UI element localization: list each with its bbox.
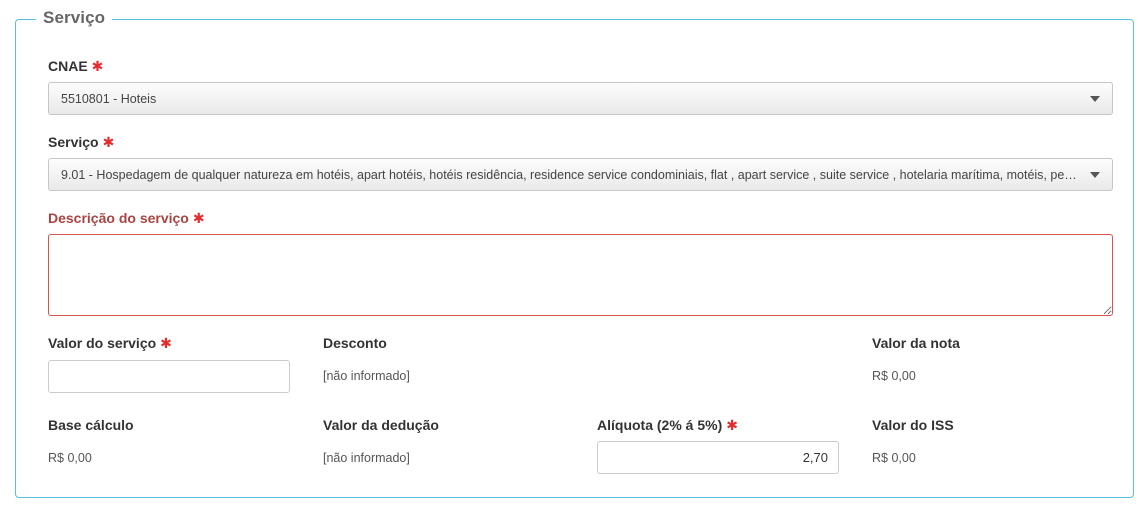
required-asterisk-icon: ✱ xyxy=(91,58,104,74)
desconto-value: [não informado] xyxy=(323,369,410,383)
servico-label-text: Serviço xyxy=(48,134,99,150)
desconto-label: Desconto xyxy=(323,335,387,351)
aliquota-input[interactable] xyxy=(597,441,839,474)
cnae-select[interactable]: 5510801 - Hoteis xyxy=(48,82,1113,115)
chevron-down-icon xyxy=(1090,172,1100,178)
descricao-textarea[interactable] xyxy=(48,234,1113,316)
base-calculo-value: R$ 0,00 xyxy=(48,451,92,465)
servico-select[interactable]: 9.01 - Hospedagem de qualquer natureza e… xyxy=(48,158,1113,191)
servico-selected-value: 9.01 - Hospedagem de qualquer natureza e… xyxy=(61,167,1078,182)
valor-iss-label: Valor do ISS xyxy=(872,417,954,433)
cnae-selected-value: 5510801 - Hoteis xyxy=(61,91,157,106)
required-asterisk-icon: ✱ xyxy=(726,417,738,433)
aliquota-label-text: Alíquota (2% á 5%) xyxy=(597,417,723,433)
valor-iss-value: R$ 0,00 xyxy=(872,451,916,465)
valor-deducao-label: Valor da dedução xyxy=(323,417,439,433)
valor-nota-value: R$ 0,00 xyxy=(872,369,916,383)
chevron-down-icon xyxy=(1090,96,1100,102)
required-asterisk-icon: ✱ xyxy=(192,210,205,226)
valor-servico-label: Valor do serviço ✱ xyxy=(48,335,172,352)
servico-label: Serviço ✱ xyxy=(48,134,114,151)
descricao-label-text: Descrição do serviço xyxy=(48,210,189,226)
cnae-label-text: CNAE xyxy=(48,58,88,74)
valor-servico-label-text: Valor do serviço xyxy=(48,335,157,351)
base-calculo-label: Base cálculo xyxy=(48,417,134,433)
valor-servico-input[interactable] xyxy=(48,360,290,393)
required-asterisk-icon: ✱ xyxy=(160,335,172,351)
cnae-label: CNAE ✱ xyxy=(48,58,103,75)
valor-deducao-value: [não informado] xyxy=(323,451,410,465)
aliquota-label: Alíquota (2% á 5%) ✱ xyxy=(597,417,738,434)
descricao-label: Descrição do serviço ✱ xyxy=(48,210,205,227)
required-asterisk-icon: ✱ xyxy=(102,134,115,150)
section-legend: Serviço xyxy=(36,8,113,28)
valor-nota-label: Valor da nota xyxy=(872,335,960,351)
